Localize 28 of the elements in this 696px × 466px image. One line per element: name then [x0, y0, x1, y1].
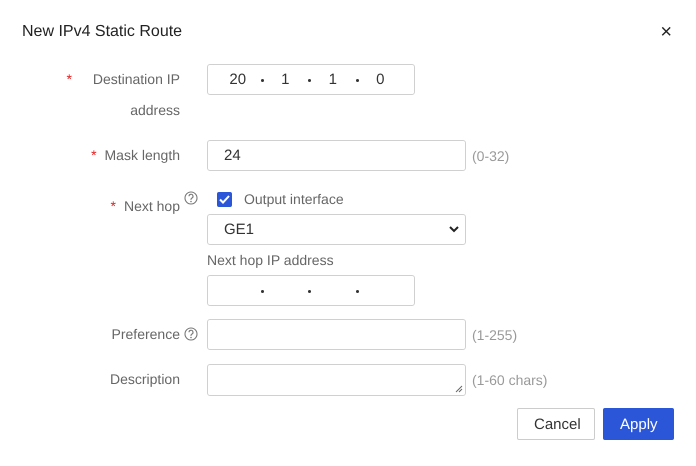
range-hint: (0-32) [472, 148, 510, 164]
range-hint: (1-60 chars) [472, 372, 548, 388]
apply-button[interactable]: Apply [603, 408, 674, 440]
chevron-down-icon [449, 226, 459, 233]
field-label: Next hop IP address [207, 252, 334, 268]
checkbox[interactable] [217, 192, 232, 206]
field-label: Preference [112, 325, 180, 344]
field-label: Mask length [104, 146, 180, 165]
field-label: Description [110, 370, 180, 389]
field-label: Destination IP address [92, 70, 180, 120]
ip-address-field[interactable]: 20 1 1 0 [207, 64, 415, 95]
required-mark: * [91, 146, 97, 165]
range-hint: (1-255) [472, 326, 518, 342]
input-field[interactable] [207, 319, 466, 350]
dialog-title: New IPv4 Static Route [22, 23, 182, 41]
help-icon[interactable] [184, 191, 198, 205]
checkbox-label: Output interface [244, 191, 344, 207]
ip-address-field[interactable] [207, 275, 415, 306]
input-field[interactable]: 24 [207, 140, 466, 171]
interface-dropdown[interactable]: GE1 [207, 214, 466, 245]
cancel-button[interactable]: Cancel [517, 408, 595, 440]
close-button[interactable]: × [660, 22, 672, 42]
resize-grip-icon[interactable] [455, 385, 463, 393]
description-field[interactable] [207, 364, 466, 396]
required-mark: * [110, 197, 116, 216]
field-label: Next hop [124, 197, 180, 216]
required-mark: * [66, 70, 72, 89]
help-icon[interactable] [184, 327, 198, 341]
